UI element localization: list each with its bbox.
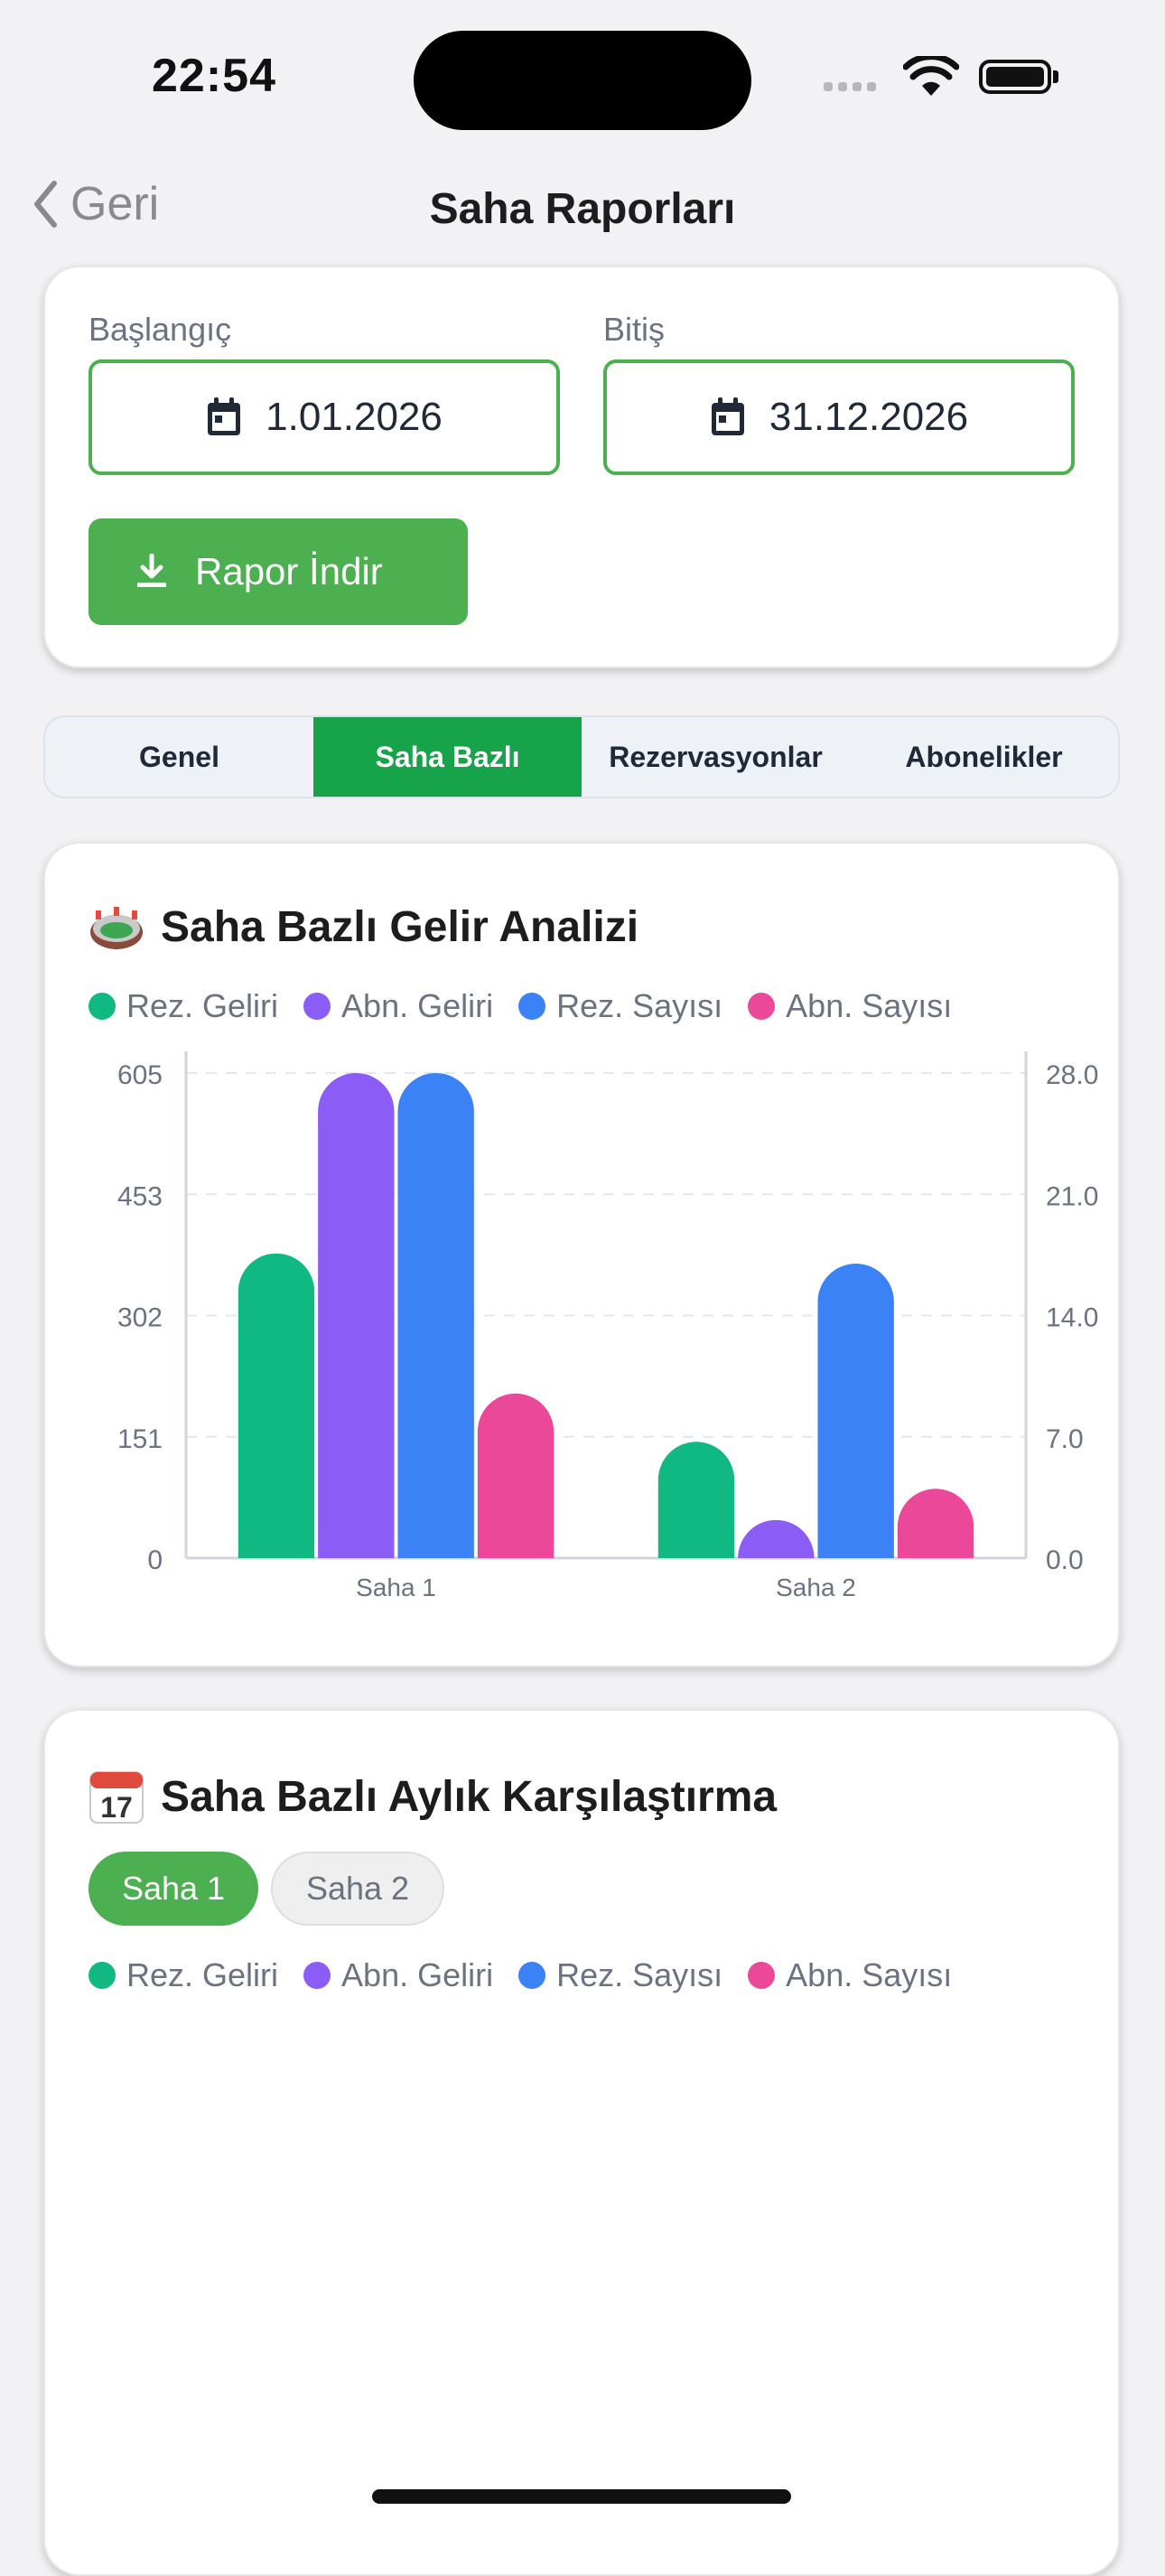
bar <box>657 1442 735 1558</box>
left-tick-label: 0 <box>147 1545 163 1575</box>
left-tick-label: 605 <box>117 1060 163 1090</box>
legend-label: Abn. Sayısı <box>786 1956 953 1993</box>
legend-label: Rez. Geliri <box>126 1956 279 1993</box>
pill-saha-2[interactable]: Saha 2 <box>271 1852 444 1926</box>
pill-label: Saha 2 <box>305 1870 410 1907</box>
right-tick-label: 21.0 <box>1046 1181 1098 1211</box>
bar <box>738 1519 815 1558</box>
monthly-card-title: 17 Saha Bazlı Aylık Karşılaştırma <box>89 1769 777 1825</box>
right-tick-label: 0.0 <box>1046 1545 1084 1575</box>
right-tick-label: 28.0 <box>1046 1060 1098 1090</box>
legend-dot <box>518 1962 546 1989</box>
left-tick-label: 151 <box>117 1424 163 1454</box>
legend-label: Rez. Sayısı <box>556 1956 723 1993</box>
left-tick-label: 302 <box>117 1303 163 1333</box>
legend-label: Abn. Geliri <box>341 1956 494 1993</box>
bar <box>897 1489 974 1558</box>
x-tick-label: Saha 1 <box>356 1573 436 1601</box>
bar <box>817 1264 894 1558</box>
pill-saha-1[interactable]: Saha 1 <box>89 1852 258 1926</box>
x-tick-label: Saha 2 <box>776 1573 856 1601</box>
home-indicator <box>372 2489 791 2504</box>
legend-dot <box>89 1962 116 1989</box>
legend-item: Rez. Sayısı <box>518 1956 722 1994</box>
monthly-legend: Rez. Geliri Abn. Geliri Rez. Sayısı Abn.… <box>89 1956 952 1994</box>
bar <box>318 1073 395 1558</box>
legend-dot <box>748 1962 776 1989</box>
bar <box>238 1253 315 1558</box>
monthly-title-text: Saha Bazlı Aylık Karşılaştırma <box>161 1772 778 1821</box>
legend-dot <box>303 1962 331 1989</box>
left-tick-label: 453 <box>117 1181 163 1211</box>
bar <box>397 1073 474 1558</box>
legend-item: Abn. Geliri <box>303 1956 493 1994</box>
legend-item: Rez. Geliri <box>89 1956 278 1994</box>
pill-label: Saha 1 <box>121 1870 226 1907</box>
right-tick-label: 7.0 <box>1046 1424 1084 1454</box>
calendar-icon: 17 <box>89 1771 144 1824</box>
right-tick-label: 14.0 <box>1046 1303 1098 1333</box>
monthly-comparison-card <box>43 1709 1120 2576</box>
legend-item: Abn. Sayısı <box>748 1956 952 1994</box>
svg-text:17: 17 <box>100 1791 133 1824</box>
bar <box>477 1393 555 1558</box>
